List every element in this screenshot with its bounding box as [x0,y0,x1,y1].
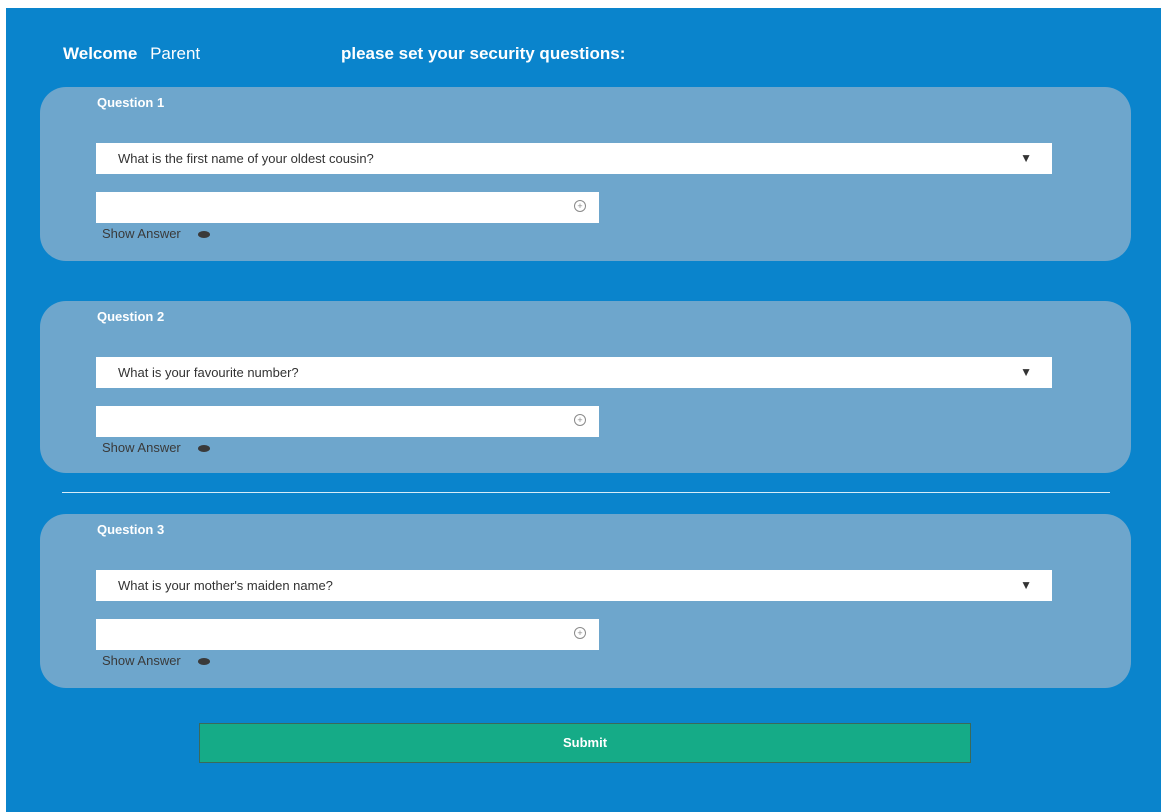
show-answer-label: Show Answer [102,653,181,668]
user-name: Parent [150,44,201,63]
caret-down-icon: ▼ [1020,365,1032,379]
question-card-3: Question 3 What is your mother's maiden … [40,514,1131,688]
selected-question: What is your favourite number? [118,365,299,380]
selected-question: What is the first name of your oldest co… [118,151,374,166]
show-answer-label: Show Answer [102,226,181,241]
question-1-select[interactable]: What is the first name of your oldest co… [96,143,1052,174]
question-title: Question 3 [97,522,165,537]
key-icon: + [574,414,586,426]
header: Welcome Parent please set your security … [63,44,625,64]
divider [62,492,1110,493]
question-card-1: Question 1 What is the first name of you… [40,87,1131,261]
show-answer-2-toggle[interactable]: Show Answer [102,440,211,455]
question-title: Question 1 [97,95,165,110]
welcome-text: Welcome [63,44,138,63]
page-instruction: please set your security questions: [341,44,626,63]
answer-3-input[interactable]: + [96,619,599,650]
question-card-2: Question 2 What is your favourite number… [40,301,1131,473]
question-2-select[interactable]: What is your favourite number? ▼ [96,357,1052,388]
caret-down-icon: ▼ [1020,151,1032,165]
question-3-select[interactable]: What is your mother's maiden name? ▼ [96,570,1052,601]
key-icon: + [574,627,586,639]
submit-button[interactable]: Submit [199,723,971,763]
eye-icon [198,658,211,666]
caret-down-icon: ▼ [1020,578,1032,592]
key-icon: + [574,200,586,212]
page-frame: Welcome Parent please set your security … [6,8,1161,812]
answer-2-input[interactable]: + [96,406,599,437]
show-answer-label: Show Answer [102,440,181,455]
answer-1-input[interactable]: + [96,192,599,223]
eye-icon [198,231,211,239]
selected-question: What is your mother's maiden name? [118,578,333,593]
show-answer-3-toggle[interactable]: Show Answer [102,653,211,668]
question-title: Question 2 [97,309,165,324]
show-answer-1-toggle[interactable]: Show Answer [102,226,211,241]
eye-icon [198,445,211,453]
